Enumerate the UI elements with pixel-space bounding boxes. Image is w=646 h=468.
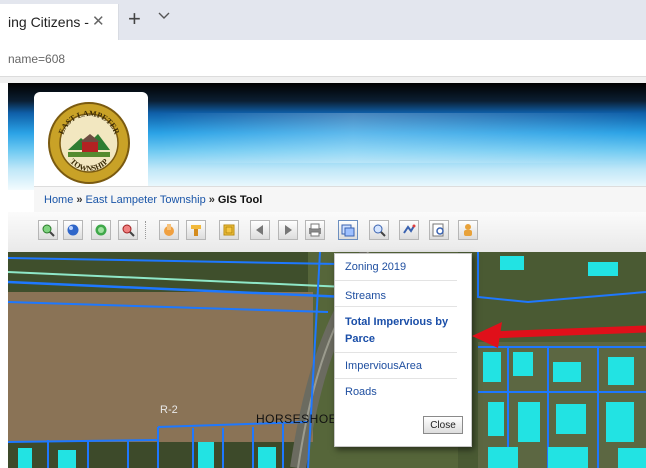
globe-icon[interactable] bbox=[91, 220, 111, 240]
address-bar[interactable]: name=608 bbox=[0, 40, 646, 77]
user-icon[interactable] bbox=[458, 220, 478, 240]
new-tab-button[interactable]: + bbox=[128, 6, 141, 32]
print-icon[interactable] bbox=[305, 220, 325, 240]
gis-toolbar bbox=[8, 212, 646, 252]
zoom-minus-icon[interactable] bbox=[118, 220, 138, 240]
find-icon[interactable] bbox=[429, 220, 449, 240]
tab-title: ing Citizens - bbox=[8, 14, 89, 30]
chevron-down-icon[interactable] bbox=[158, 12, 170, 20]
zoom-out-icon[interactable] bbox=[63, 220, 83, 240]
close-button[interactable]: Close bbox=[423, 416, 463, 434]
breadcrumb-home-link[interactable]: Home bbox=[44, 194, 73, 206]
address-text: name=608 bbox=[8, 52, 66, 66]
forward-icon[interactable] bbox=[278, 220, 298, 240]
layer-label: ImperviousArea bbox=[345, 360, 423, 372]
layer-label: Zoning 2019 bbox=[345, 261, 407, 273]
layer-item-zoning[interactable]: Zoning 2019 bbox=[335, 254, 457, 281]
layer-item-total-impervious[interactable]: Total Impervious by Parce bbox=[335, 306, 457, 353]
breadcrumb: Home» East Lampeter Township» GIS Tool bbox=[34, 186, 646, 214]
back-icon[interactable] bbox=[250, 220, 270, 240]
identify-icon[interactable] bbox=[186, 220, 206, 240]
browser-tab[interactable]: ing Citizens - ✕ bbox=[0, 4, 119, 40]
township-logo[interactable]: EAST LAMPETER TOWNSHIP bbox=[34, 92, 148, 192]
layers-popup: Zoning 2019 Streams Total Impervious by … bbox=[334, 253, 472, 447]
select-icon[interactable] bbox=[219, 220, 239, 240]
breadcrumb-separator: » bbox=[208, 194, 215, 206]
breadcrumb-separator: » bbox=[76, 194, 83, 206]
map-canvas bbox=[8, 252, 646, 468]
zoning-label: R-2 bbox=[160, 404, 178, 416]
breadcrumb-current: GIS Tool bbox=[217, 194, 263, 206]
layer-item-roads[interactable]: Roads bbox=[335, 378, 457, 404]
header-glow bbox=[158, 113, 646, 163]
pan-hand-icon[interactable] bbox=[159, 220, 179, 240]
layer-item-streams[interactable]: Streams bbox=[335, 280, 457, 307]
layer-label: Streams bbox=[345, 290, 386, 302]
zoom-in-icon[interactable] bbox=[38, 220, 58, 240]
street-label: HORSESHOE bbox=[256, 412, 338, 426]
gis-map[interactable]: R-2 HORSESHOE bbox=[8, 252, 646, 468]
toolbar-separator bbox=[145, 221, 147, 239]
layer-label: Roads bbox=[345, 386, 377, 398]
breadcrumb-township-link[interactable]: East Lampeter Township bbox=[85, 194, 205, 206]
layers-icon[interactable] bbox=[338, 220, 358, 240]
browser-tab-bar: ing Citizens - ✕ + bbox=[0, 0, 646, 40]
layer-label: Total Impervious by Parce bbox=[345, 316, 449, 345]
red-arrow-icon bbox=[472, 322, 646, 348]
layer-item-impervious-area[interactable]: ImperviousArea bbox=[335, 352, 457, 379]
measure-icon[interactable] bbox=[369, 220, 389, 240]
township-seal-icon: EAST LAMPETER TOWNSHIP bbox=[48, 102, 130, 184]
draw-icon[interactable] bbox=[399, 220, 419, 240]
tab-close-icon[interactable]: ✕ bbox=[92, 12, 105, 30]
